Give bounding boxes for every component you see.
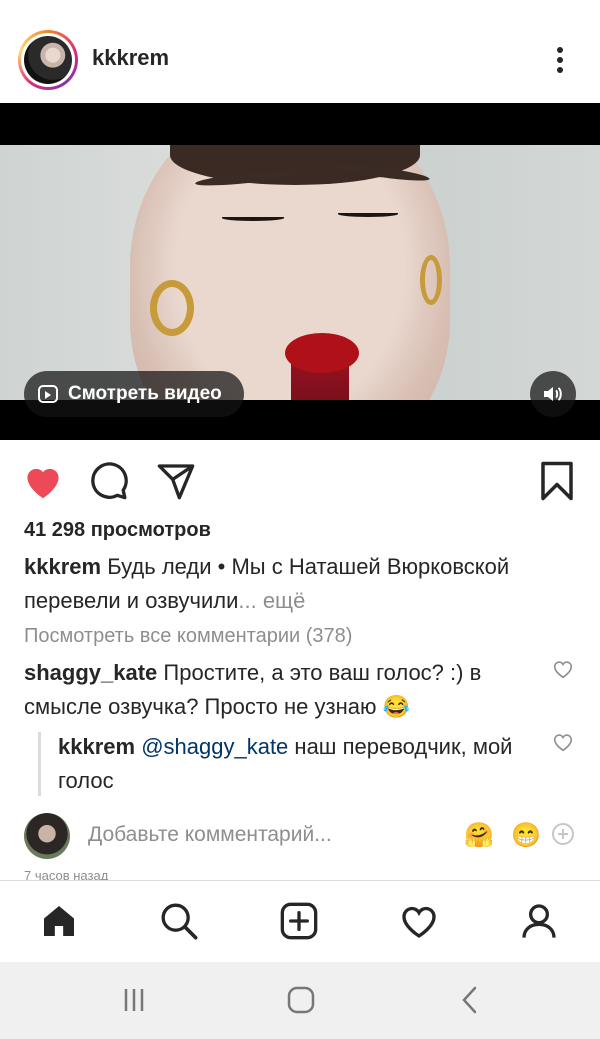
add-comment-bar: Добавьте комментарий... 🤗 😁: [0, 805, 600, 865]
post-header: kkkrem: [0, 0, 600, 103]
nav-search-button[interactable]: [157, 899, 201, 943]
like-button[interactable]: [22, 460, 64, 502]
author-username[interactable]: kkkrem: [92, 45, 169, 71]
comment-like-icon[interactable]: [552, 658, 574, 680]
my-avatar: [24, 813, 70, 859]
nav-home-button[interactable]: [37, 899, 81, 943]
nav-profile-button[interactable]: [517, 899, 561, 943]
heart-filled-icon: [27, 468, 59, 499]
post-caption: kkkrem Будь леди • Мы с Наташей Вюрковск…: [24, 550, 584, 618]
watch-video-button[interactable]: Смотреть видео: [24, 371, 244, 417]
sound-toggle-button[interactable]: [530, 371, 576, 417]
reply-like-icon[interactable]: [552, 731, 574, 753]
reply-mention[interactable]: @shaggy_kate: [141, 734, 288, 759]
search-icon: [161, 903, 198, 940]
recent-apps-button[interactable]: [114, 982, 154, 1018]
more-options-icon[interactable]: [548, 44, 572, 76]
save-button[interactable]: [536, 460, 578, 502]
reply-thread-line: [38, 732, 41, 796]
comment-input[interactable]: Добавьте комментарий...: [88, 823, 332, 847]
send-icon: [157, 464, 195, 500]
speaker-icon: [544, 387, 562, 401]
emoji-grin-button[interactable]: 😁: [511, 821, 541, 850]
home-square-icon: [287, 986, 315, 1014]
caption-more-link[interactable]: ... ещё: [238, 588, 305, 613]
video-frame: [0, 145, 600, 400]
profile-icon: [522, 904, 556, 938]
reply-username[interactable]: kkkrem: [58, 734, 135, 759]
share-button[interactable]: [155, 460, 197, 502]
comment-username[interactable]: shaggy_kate: [24, 660, 157, 685]
system-navigation-bar: [0, 962, 600, 1039]
watch-video-label: Смотреть видео: [68, 383, 222, 404]
back-chevron-icon: [462, 986, 477, 1014]
reply-item: kkkrem @shaggy_kate наш переводчик, мой …: [58, 730, 538, 798]
add-emoji-icon[interactable]: [552, 823, 574, 845]
home-system-button[interactable]: [281, 982, 321, 1018]
post-actions: [0, 440, 600, 516]
view-all-comments-link[interactable]: Посмотреть все комментарии (378): [24, 625, 352, 648]
view-count[interactable]: 41 298 просмотров: [24, 519, 211, 542]
comment-icon: [91, 462, 128, 500]
comment-button[interactable]: [88, 460, 130, 502]
post-video[interactable]: Смотреть видео: [0, 103, 600, 440]
home-icon: [44, 906, 74, 936]
caption-username[interactable]: kkkrem: [24, 554, 101, 579]
back-button[interactable]: [450, 982, 490, 1018]
igtv-icon: [38, 385, 58, 403]
nav-activity-button[interactable]: [397, 899, 441, 943]
bookmark-icon: [541, 461, 573, 501]
recent-apps-icon: [124, 989, 144, 1011]
author-avatar[interactable]: [18, 30, 78, 90]
heart-outline-icon: [402, 906, 436, 938]
bottom-navigation: [0, 880, 600, 962]
add-post-icon: [280, 902, 318, 940]
emoji-hug-button[interactable]: 🤗: [464, 821, 494, 850]
comment-item: shaggy_kate Простите, а это ваш голос? :…: [24, 656, 544, 724]
nav-new-post-button[interactable]: [277, 899, 321, 943]
